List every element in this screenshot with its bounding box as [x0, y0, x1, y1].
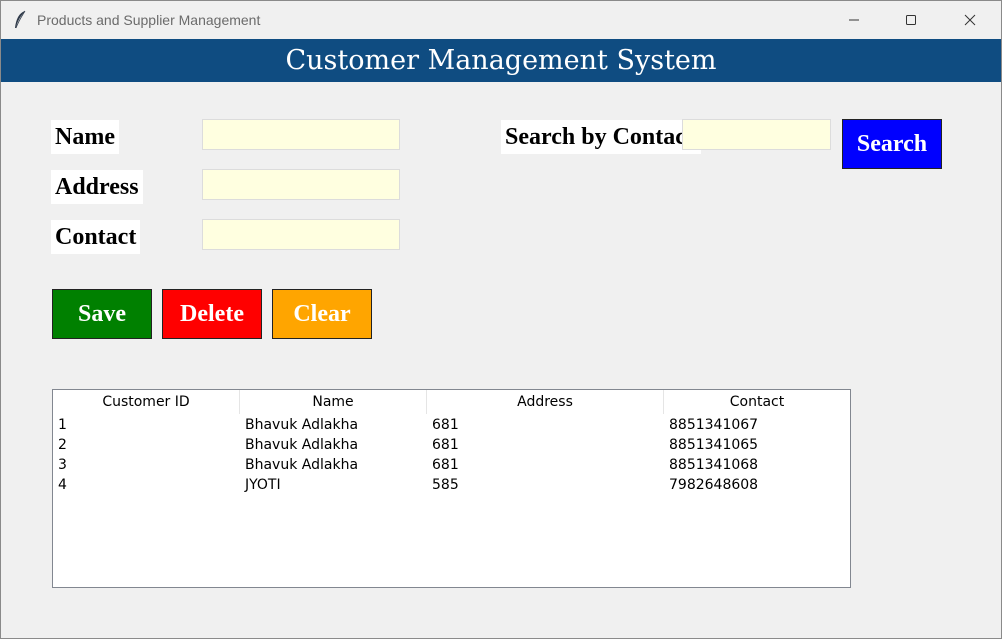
cell-contact: 7982648608	[669, 477, 759, 493]
cell-address: 585	[432, 477, 459, 493]
cell-customer-id: 1	[58, 417, 67, 433]
cell-customer-id: 3	[58, 457, 67, 473]
cell-name: Bhavuk Adlakha	[245, 457, 359, 473]
table-header: Customer ID Name Address Contact	[53, 390, 850, 414]
table-row[interactable]: 1 Bhavuk Adlakha 681 8851341067	[53, 415, 850, 435]
save-button[interactable]: Save	[52, 289, 152, 339]
contact-label: Contact	[51, 220, 141, 254]
cell-contact: 8851341067	[669, 417, 759, 433]
cell-address: 681	[432, 457, 459, 473]
delete-button[interactable]: Delete	[162, 289, 262, 339]
address-label: Address	[51, 170, 143, 204]
cell-contact: 8851341068	[669, 457, 759, 473]
contact-field[interactable]	[202, 219, 400, 250]
title-bar[interactable]: Products and Supplier Management	[1, 1, 1001, 38]
cell-address: 681	[432, 417, 459, 433]
search-button[interactable]: Search	[842, 119, 942, 169]
page-title: Customer Management System	[1, 39, 1001, 82]
cell-customer-id: 4	[58, 477, 67, 493]
column-header-contact[interactable]: Contact	[664, 390, 850, 414]
search-input[interactable]	[682, 119, 831, 150]
clear-button[interactable]: Clear	[272, 289, 372, 339]
column-header-address[interactable]: Address	[427, 390, 664, 414]
minimize-button[interactable]	[831, 1, 877, 38]
table-row[interactable]: 3 Bhavuk Adlakha 681 8851341068	[53, 455, 850, 475]
address-field[interactable]	[202, 169, 400, 200]
close-button[interactable]	[947, 1, 993, 38]
search-label: Search by Contac	[501, 120, 701, 154]
cell-contact: 8851341065	[669, 437, 759, 453]
table-row[interactable]: 4 JYOTI 585 7982648608	[53, 475, 850, 495]
cell-name: Bhavuk Adlakha	[245, 417, 359, 433]
maximize-button[interactable]	[888, 1, 934, 38]
name-label: Name	[51, 120, 119, 154]
column-header-name[interactable]: Name	[240, 390, 427, 414]
column-header-customer-id[interactable]: Customer ID	[53, 390, 240, 414]
name-field[interactable]	[202, 119, 400, 150]
cell-name: JYOTI	[245, 477, 281, 493]
close-icon	[964, 14, 976, 25]
table-row[interactable]: 2 Bhavuk Adlakha 681 8851341065	[53, 435, 850, 455]
customer-table[interactable]: Customer ID Name Address Contact 1 Bhavu…	[52, 389, 851, 588]
minimize-icon	[849, 19, 859, 20]
maximize-icon	[906, 14, 916, 25]
cell-name: Bhavuk Adlakha	[245, 437, 359, 453]
cell-address: 681	[432, 437, 459, 453]
app-window: Products and Supplier Management Custome…	[0, 0, 1002, 639]
feather-icon	[15, 10, 26, 29]
window-title: Products and Supplier Management	[37, 12, 261, 28]
cell-customer-id: 2	[58, 437, 67, 453]
